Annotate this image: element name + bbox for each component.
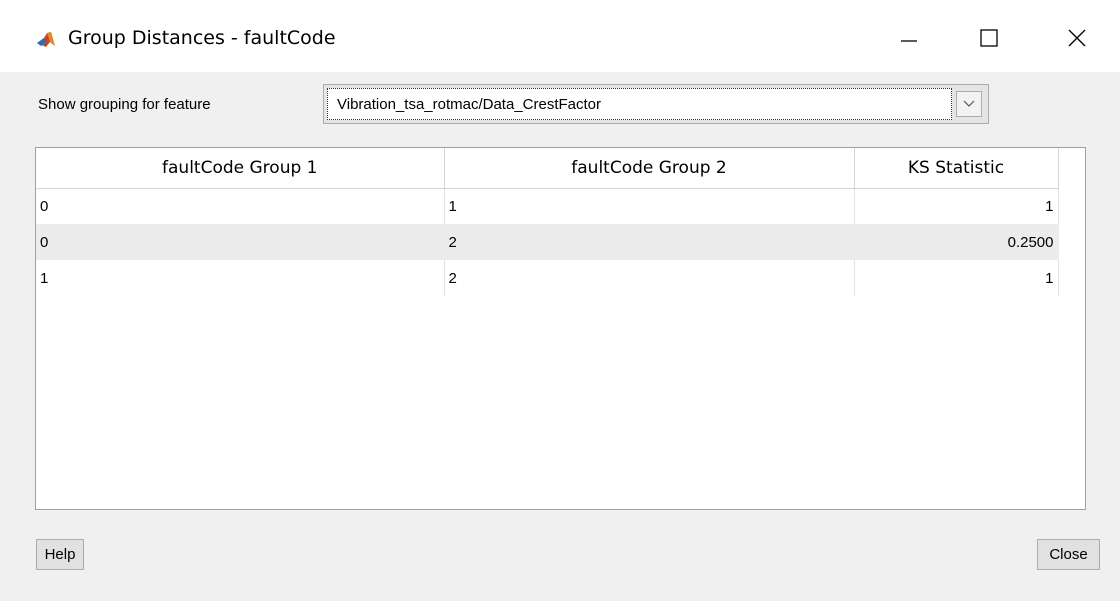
window-title: Group Distances - faultCode: [68, 27, 336, 49]
close-window-button[interactable]: [1054, 20, 1100, 56]
table-row[interactable]: 0 1 1: [36, 188, 1059, 224]
group-distances-table[interactable]: faultCode Group 1 faultCode Group 2 KS S…: [35, 147, 1086, 510]
matlab-icon: [35, 29, 57, 51]
chevron-down-icon: [963, 100, 975, 107]
feature-label: Show grouping for feature: [38, 96, 211, 113]
dropdown-arrow-button[interactable]: [956, 91, 982, 117]
maximize-icon: [980, 29, 998, 47]
column-header-group2[interactable]: faultCode Group 2: [444, 148, 855, 189]
cell-group1[interactable]: 0: [36, 224, 445, 260]
cell-group2[interactable]: 1: [444, 188, 855, 224]
table-row[interactable]: 1 2 1: [36, 260, 1059, 296]
cell-group1[interactable]: 1: [36, 260, 445, 296]
cell-ks-statistic[interactable]: 0.2500: [854, 224, 1059, 260]
minimize-button[interactable]: [886, 20, 932, 56]
cell-ks-statistic[interactable]: 1: [854, 188, 1059, 224]
title-bar: Group Distances - faultCode: [0, 0, 1120, 72]
cell-ks-statistic[interactable]: 1: [854, 260, 1059, 296]
minimize-icon: [901, 40, 917, 42]
column-header-group1[interactable]: faultCode Group 1: [36, 148, 445, 189]
column-header-ks-statistic[interactable]: KS Statistic: [854, 148, 1059, 189]
cell-group2[interactable]: 2: [444, 224, 855, 260]
close-icon: [1068, 29, 1086, 47]
group-distances-window: Group Distances - faultCode Show groupin…: [0, 0, 1120, 601]
feature-dropdown-value: Vibration_tsa_rotmac/Data_CrestFactor: [337, 96, 602, 113]
feature-dropdown-field[interactable]: Vibration_tsa_rotmac/Data_CrestFactor: [327, 88, 952, 120]
table-row[interactable]: 0 2 0.2500: [36, 224, 1059, 260]
cell-group1[interactable]: 0: [36, 188, 445, 224]
feature-dropdown[interactable]: Vibration_tsa_rotmac/Data_CrestFactor: [323, 84, 989, 124]
close-button[interactable]: Close: [1037, 539, 1100, 570]
cell-group2[interactable]: 2: [444, 260, 855, 296]
maximize-button[interactable]: [966, 20, 1012, 56]
help-button[interactable]: Help: [36, 539, 84, 570]
